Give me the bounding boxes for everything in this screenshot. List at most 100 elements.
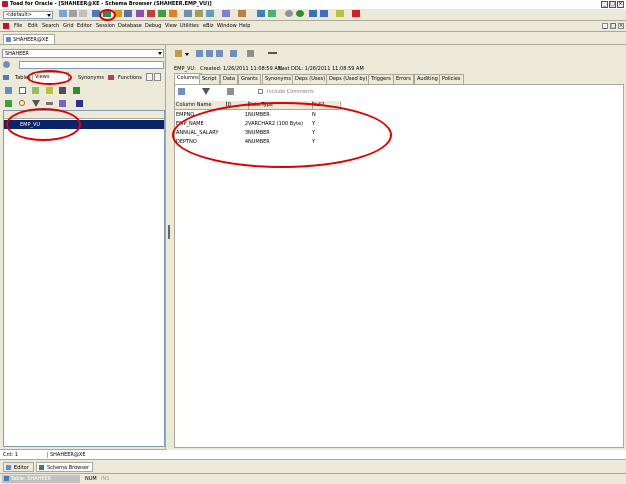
maximize-button[interactable]: □ xyxy=(609,1,616,8)
tab-synonyms[interactable]: Synonyms xyxy=(78,75,104,81)
toggle-icon[interactable] xyxy=(46,102,53,105)
taskbar-schema-browser-tab[interactable]: Schema Browser xyxy=(36,462,93,472)
new-doc-icon[interactable] xyxy=(19,87,26,94)
connection-tab[interactable]: SHAHEER@XE xyxy=(3,34,55,44)
edit-view-icon[interactable] xyxy=(32,87,39,94)
tab-script-label: Script xyxy=(202,76,217,82)
menu-file[interactable]: File xyxy=(14,23,22,29)
object-count: Cnt: 1 xyxy=(3,452,19,458)
menu-session[interactable]: Session xyxy=(96,23,115,29)
menu-window[interactable]: Window xyxy=(217,23,237,29)
explain-plan-icon[interactable] xyxy=(147,10,155,17)
tab-scroll-right-button[interactable] xyxy=(154,73,161,81)
wizard-icon[interactable] xyxy=(336,10,344,17)
close-button[interactable]: × xyxy=(617,1,624,8)
refresh-detail-icon[interactable] xyxy=(206,50,213,57)
session-browser-icon[interactable] xyxy=(124,10,132,17)
menu-edit[interactable]: Edit xyxy=(28,23,38,29)
compile-icon[interactable] xyxy=(46,87,53,94)
column-options-icon[interactable] xyxy=(178,88,185,95)
download-icon[interactable] xyxy=(320,10,328,17)
chevron-down-icon[interactable] xyxy=(185,53,189,56)
tab-grants[interactable]: Grants xyxy=(238,74,261,84)
compile-view-icon[interactable] xyxy=(196,50,203,57)
search-icon[interactable] xyxy=(19,100,25,106)
table-icon xyxy=(4,476,9,481)
disconnect-icon[interactable] xyxy=(69,10,77,17)
export-icon[interactable] xyxy=(206,10,214,17)
taskbar-editor-label: Editor xyxy=(14,465,29,471)
print-columns-icon[interactable] xyxy=(227,88,234,95)
arrow-icon[interactable] xyxy=(268,52,277,54)
describe-icon[interactable] xyxy=(5,100,12,107)
object-name: EMP_VU: xyxy=(174,66,196,72)
tab-deps-used-by[interactable]: Deps (Used by) xyxy=(326,74,371,84)
tab-synonyms-label: Synonyms xyxy=(265,76,291,82)
tab-columns-label: Columns xyxy=(177,75,199,81)
job-icon[interactable] xyxy=(238,10,246,17)
filter-columns-icon[interactable] xyxy=(202,88,210,95)
menu-view[interactable]: View xyxy=(165,23,177,29)
grid-icon[interactable] xyxy=(184,10,192,17)
object-filter-input[interactable] xyxy=(19,61,164,69)
annotation-circle-tree-item xyxy=(6,108,81,141)
commit-icon[interactable] xyxy=(79,10,87,17)
tab-script[interactable]: Script xyxy=(199,74,220,84)
refresh-view-icon[interactable] xyxy=(73,87,80,94)
tab-triggers[interactable]: Triggers xyxy=(368,74,394,84)
menu-help[interactable]: Help xyxy=(239,23,250,29)
save-icon[interactable] xyxy=(216,50,223,57)
annotation-circle-views-tab xyxy=(27,70,72,85)
tab-scroll-left-button[interactable] xyxy=(146,73,153,81)
menu-utilities[interactable]: Utilities xyxy=(180,23,199,29)
layout-icon[interactable] xyxy=(247,50,254,57)
network-icon[interactable] xyxy=(257,10,265,17)
tab-deps-uses[interactable]: Deps (Uses) xyxy=(292,74,329,84)
tab-synonyms[interactable]: Synonyms xyxy=(262,74,294,84)
chart-icon[interactable] xyxy=(169,10,177,17)
tab-columns[interactable]: Columns xyxy=(174,73,202,84)
action-icon[interactable] xyxy=(175,50,182,57)
tab-deps-used-by-label: Deps (Used by) xyxy=(329,76,368,82)
tab-policies[interactable]: Policies xyxy=(439,74,464,84)
mdi-restore-button[interactable]: □ xyxy=(610,23,616,29)
menu-editor[interactable]: Editor xyxy=(77,23,92,29)
tab-functions[interactable]: Functions xyxy=(118,75,142,81)
compare-icon[interactable] xyxy=(195,10,203,17)
print-icon[interactable] xyxy=(230,50,237,57)
connection-tab-bar: SHAHEER@XE xyxy=(0,32,626,45)
mdi-minimize-button[interactable]: _ xyxy=(602,23,608,29)
menu-debug[interactable]: Debug xyxy=(145,23,161,29)
tab-data[interactable]: Data xyxy=(220,74,238,84)
recompile-icon[interactable] xyxy=(76,100,83,107)
schema-select[interactable]: SHAHEER xyxy=(2,49,164,58)
stop-icon[interactable] xyxy=(352,10,360,17)
menu-ebiz[interactable]: eBiz xyxy=(203,23,214,29)
drop-icon[interactable] xyxy=(59,87,66,94)
menu-search[interactable]: Search xyxy=(42,23,59,29)
annotation-circle-grid xyxy=(172,102,392,168)
include-comments-checkbox[interactable] xyxy=(258,89,263,94)
filter-icon[interactable] xyxy=(3,61,10,68)
tab-auditing[interactable]: Auditing xyxy=(414,74,441,84)
minimize-button[interactable]: _ xyxy=(601,1,608,8)
report-icon[interactable] xyxy=(222,10,230,17)
create-view-icon[interactable] xyxy=(5,87,12,94)
connection-combo[interactable]: <default> xyxy=(3,11,53,19)
upload-icon[interactable] xyxy=(309,10,317,17)
menu-grid[interactable]: Grid xyxy=(63,23,74,29)
new-connection-icon[interactable] xyxy=(59,10,67,17)
tuning-icon[interactable] xyxy=(158,10,166,17)
grants-icon[interactable] xyxy=(59,100,66,107)
funnel-icon[interactable] xyxy=(32,100,40,107)
connection-tab-label: SHAHEER@XE xyxy=(13,37,49,43)
taskbar-editor-tab[interactable]: Editor xyxy=(3,462,34,472)
sga-trace-icon[interactable] xyxy=(136,10,144,17)
gear-icon[interactable] xyxy=(285,10,293,17)
mdi-close-button[interactable]: × xyxy=(618,23,624,29)
tab-errors[interactable]: Errors xyxy=(393,74,414,84)
tables-icon xyxy=(3,75,9,80)
refresh-icon[interactable] xyxy=(268,10,276,17)
menu-database[interactable]: Database xyxy=(118,23,142,29)
rebuild-icon[interactable] xyxy=(296,10,304,17)
